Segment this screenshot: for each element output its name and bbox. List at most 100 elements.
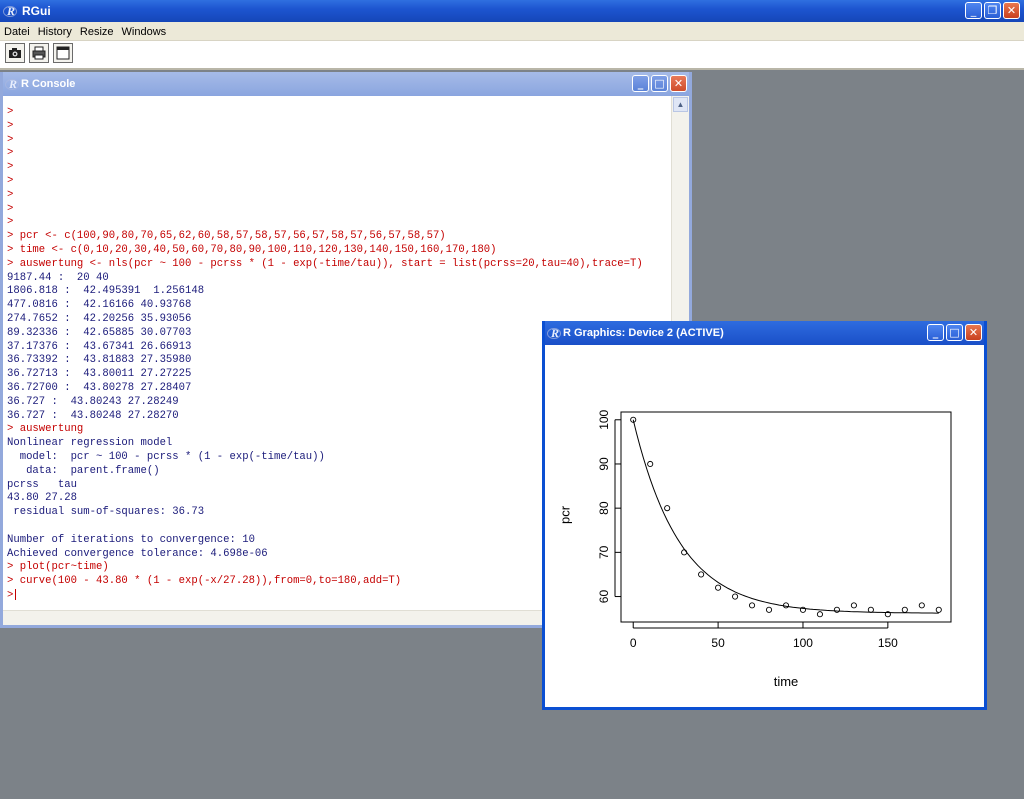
data-point (647, 460, 654, 468)
console-line-text: > auswertung <- nls(pcr ~ 100 - pcrss * … (7, 257, 643, 270)
minimize-button[interactable]: _ (965, 2, 982, 19)
console-line-text: > (7, 188, 14, 201)
console-line-text: 43.80 27.28 (7, 492, 77, 505)
console-line-text: > (7, 589, 14, 602)
app-titlebar: R RGui _ ❐ ✕ (0, 0, 1024, 22)
console-line-text: 89.32336 : 42.65885 30.07703 (7, 326, 192, 339)
y-tick-label: 60 (597, 590, 611, 604)
console-line: > pcr <- c(100,90,80,70,65,62,60,58,57,5… (7, 230, 667, 244)
r-logo-icon: R (547, 327, 562, 339)
r-logo-icon: R (5, 78, 20, 90)
console-titlebar: R R Console _ □ ✕ (3, 72, 689, 96)
data-point (664, 505, 671, 512)
graphics-title: R Graphics: Device 2 (ACTIVE) (563, 327, 724, 339)
y-tick-label: 100 (597, 409, 611, 429)
graphics-maximize-button[interactable]: □ (946, 324, 963, 341)
y-tick-label: 90 (597, 457, 611, 471)
graphics-close-button[interactable]: ✕ (965, 324, 982, 341)
console-line-text: 9187.44 : 20 40 (7, 271, 109, 284)
console-line-text: 36.72700 : 43.80278 27.28407 (7, 381, 192, 394)
graphics-window-controls: _ □ ✕ (927, 324, 982, 341)
x-tick-label: 0 (630, 636, 637, 650)
data-point (715, 584, 722, 591)
x-tick-label: 150 (878, 636, 898, 650)
console-close-button[interactable]: ✕ (670, 75, 687, 92)
console-maximize-button[interactable]: □ (651, 75, 668, 92)
menubar: Datei History Resize Windows (0, 22, 1024, 41)
r-logo-icon: R (3, 5, 18, 17)
text-cursor (15, 588, 17, 600)
data-point (765, 606, 773, 613)
console-line-text: > pcr <- c(100,90,80,70,65,62,60,58,57,5… (7, 230, 446, 243)
toolbar (0, 41, 1024, 70)
console-line-text: Achieved convergence tolerance: 4.698e-0… (7, 547, 268, 560)
console-line: > (7, 216, 667, 230)
data-point (935, 606, 942, 613)
graphics-minimize-button[interactable]: _ (927, 324, 944, 341)
console-line: > (7, 120, 667, 134)
restore-button[interactable]: ❐ (984, 2, 1001, 19)
console-line-text: > (7, 161, 14, 174)
graphics-titlebar: R R Graphics: Device 2 (ACTIVE) _ □ ✕ (545, 321, 984, 345)
console-line-text: 36.72713 : 43.80011 27.27225 (7, 368, 192, 381)
camera-icon (9, 48, 21, 58)
window-button[interactable] (53, 43, 73, 63)
data-point (681, 549, 688, 556)
app-window-controls: _ ❐ ✕ (965, 2, 1020, 19)
console-line-text: 36.73392 : 43.81883 27.35980 (7, 354, 192, 367)
console-line-text: Nonlinear regression model (7, 437, 173, 450)
scroll-up-arrow-icon[interactable]: ▲ (673, 97, 688, 112)
data-point (918, 602, 925, 609)
console-title: R Console (21, 78, 76, 90)
console-line: > (7, 147, 667, 161)
console-line-text: 37.17376 : 43.67341 26.66913 (7, 340, 192, 353)
data-point (732, 593, 739, 600)
y-tick-label: 80 (597, 501, 611, 515)
console-line: > (7, 134, 667, 148)
data-point (748, 602, 756, 609)
graphics-canvas: 0 50 100 150 60 70 80 90 100 time pcr (545, 345, 984, 707)
console-line-text: 1806.818 : 42.495391 1.256148 (7, 285, 205, 298)
console-line-text: 36.727 : 43.80243 27.28249 (7, 395, 179, 408)
app-title: RGui (22, 4, 51, 18)
data-point (901, 606, 908, 613)
copy-to-clipboard-button[interactable] (5, 43, 25, 63)
console-line-text: > (7, 216, 14, 229)
console-line-text: pcrss tau (7, 478, 77, 491)
console-line: > (7, 161, 667, 175)
console-line-text: > plot(pcr~time) (7, 561, 109, 574)
console-line-text: > (7, 147, 14, 160)
console-line-text: > (7, 106, 14, 118)
data-point (833, 606, 840, 613)
console-line-text: > (7, 133, 14, 146)
console-line: > time <- c(0,10,20,30,40,50,60,70,80,90… (7, 244, 667, 258)
console-line: 9187.44 : 20 40 (7, 272, 667, 286)
console-line: > (7, 203, 667, 217)
data-point (816, 611, 824, 618)
x-tick-label: 50 (711, 636, 725, 650)
print-button[interactable] (29, 43, 49, 63)
graphics-window: R R Graphics: Device 2 (ACTIVE) _ □ ✕ 0 5… (542, 321, 987, 710)
fitted-curve (632, 419, 939, 614)
console-line-text: > curve(100 - 43.80 * (1 - exp(-x/27.28)… (7, 575, 402, 588)
printer-icon (32, 46, 46, 60)
menu-history[interactable]: History (34, 24, 76, 38)
menu-resize[interactable]: Resize (76, 24, 118, 38)
console-line-text: > (7, 202, 14, 215)
console-line: > auswertung <- nls(pcr ~ 100 - pcrss * … (7, 258, 667, 272)
menu-windows[interactable]: Windows (118, 24, 171, 38)
close-button[interactable]: ✕ (1003, 2, 1020, 19)
console-line-text: data: parent.frame() (7, 464, 160, 477)
console-line: 477.0816 : 42.16166 40.93768 (7, 299, 667, 313)
console-line: > (7, 106, 667, 120)
console-line-text: 477.0816 : 42.16166 40.93768 (7, 299, 192, 312)
console-minimize-button[interactable]: _ (632, 75, 649, 92)
console-line-text: Number of iterations to convergence: 10 (7, 533, 255, 546)
y-tick-label: 70 (597, 545, 611, 559)
console-line-text: > (7, 119, 14, 132)
data-point (850, 602, 857, 609)
x-axis-label: time (774, 674, 799, 689)
console-line-text: > (7, 174, 14, 187)
x-tick-label: 100 (793, 636, 813, 650)
menu-datei[interactable]: Datei (0, 24, 34, 38)
